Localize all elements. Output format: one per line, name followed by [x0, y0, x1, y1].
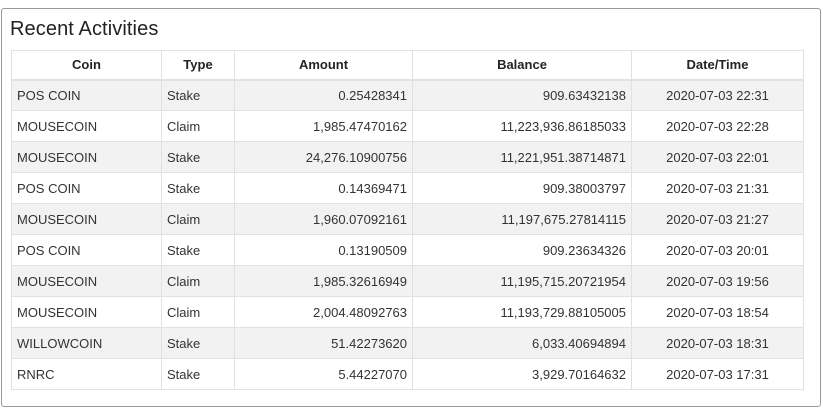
- recent-activities-panel: Recent Activities Coin Type Amount Balan…: [1, 8, 821, 407]
- cell-datetime: 2020-07-03 21:31: [631, 172, 804, 204]
- table-row: POS COIN Stake 0.25428341 909.63432138 2020-…: [11, 79, 804, 111]
- column-header-coin: Coin: [11, 50, 162, 81]
- table-row: MOUSECOIN Claim 1,960.07092161 11,197,675.2…: [11, 203, 804, 235]
- cell-coin: WILLOWCOIN: [11, 327, 162, 359]
- cell-type: Claim: [161, 203, 235, 235]
- cell-amount: 5.44227070: [234, 358, 413, 390]
- cell-type: Stake: [161, 141, 235, 173]
- cell-amount: 0.25428341: [234, 79, 413, 111]
- table-row: MOUSECOIN Claim 2,004.48092763 11,193,729.8…: [11, 296, 804, 328]
- cell-balance: 11,193,729.88105005: [412, 296, 632, 328]
- cell-amount: 2,004.48092763: [234, 296, 413, 328]
- cell-balance: 3,929.70164632: [412, 358, 632, 390]
- cell-balance: 11,223,936.86185033: [412, 110, 632, 142]
- cell-datetime: 2020-07-03 21:27: [631, 203, 804, 235]
- cell-datetime: 2020-07-03 20:01: [631, 234, 804, 266]
- table-row: MOUSECOIN Claim 1,985.32616949 11,195,715.2…: [11, 265, 804, 297]
- cell-coin: MOUSECOIN: [11, 110, 162, 142]
- cell-coin: MOUSECOIN: [11, 203, 162, 235]
- cell-amount: 1,985.32616949: [234, 265, 413, 297]
- cell-amount: 24,276.10900756: [234, 141, 413, 173]
- cell-amount: 51.42273620: [234, 327, 413, 359]
- cell-datetime: 2020-07-03 18:31: [631, 327, 804, 359]
- column-header-balance: Balance: [412, 50, 632, 81]
- cell-datetime: 2020-07-03 19:56: [631, 265, 804, 297]
- cell-type: Stake: [161, 79, 235, 111]
- cell-coin: MOUSECOIN: [11, 141, 162, 173]
- cell-coin: POS COIN: [11, 79, 162, 111]
- cell-coin: POS COIN: [11, 234, 162, 266]
- table-row: MOUSECOIN Stake 24,276.10900756 11,221,951.…: [11, 141, 804, 173]
- cell-type: Stake: [161, 172, 235, 204]
- table-row: WILLOWCOIN Stake 51.42273620 6,033.40694894…: [11, 327, 804, 359]
- cell-amount: 0.14369471: [234, 172, 413, 204]
- cell-balance: 909.63432138: [412, 79, 632, 111]
- cell-amount: 0.13190509: [234, 234, 413, 266]
- cell-balance: 909.38003797: [412, 172, 632, 204]
- cell-balance: 11,221,951.38714871: [412, 141, 632, 173]
- panel-title: Recent Activities: [10, 18, 159, 40]
- cell-coin: MOUSECOIN: [11, 296, 162, 328]
- cell-balance: 909.23634326: [412, 234, 632, 266]
- cell-balance: 6,033.40694894: [412, 327, 632, 359]
- column-header-amount: Amount: [234, 50, 413, 81]
- cell-type: Stake: [161, 234, 235, 266]
- cell-type: Claim: [161, 296, 235, 328]
- table-row: POS COIN Stake 0.14369471 909.38003797 2020-…: [11, 172, 804, 204]
- cell-amount: 1,960.07092161: [234, 203, 413, 235]
- cell-type: Stake: [161, 358, 235, 390]
- table-row: POS COIN Stake 0.13190509 909.23634326 2020-…: [11, 234, 804, 266]
- activities-table: Coin Type Amount Balance Date/Time POS C…: [11, 50, 804, 390]
- cell-balance: 11,197,675.27814115: [412, 203, 632, 235]
- cell-type: Claim: [161, 110, 235, 142]
- column-header-datetime: Date/Time: [631, 50, 804, 81]
- cell-amount: 1,985.47470162: [234, 110, 413, 142]
- table-header-row: Coin Type Amount Balance Date/Time: [11, 50, 804, 81]
- cell-coin: POS COIN: [11, 172, 162, 204]
- cell-type: Stake: [161, 327, 235, 359]
- cell-coin: MOUSECOIN: [11, 265, 162, 297]
- cell-datetime: 2020-07-03 17:31: [631, 358, 804, 390]
- cell-balance: 11,195,715.20721954: [412, 265, 632, 297]
- table-row: MOUSECOIN Claim 1,985.47470162 11,223,936.8…: [11, 110, 804, 142]
- column-header-type: Type: [161, 50, 235, 81]
- cell-coin: RNRC: [11, 358, 162, 390]
- cell-type: Claim: [161, 265, 235, 297]
- cell-datetime: 2020-07-03 22:28: [631, 110, 804, 142]
- cell-datetime: 2020-07-03 22:01: [631, 141, 804, 173]
- cell-datetime: 2020-07-03 22:31: [631, 79, 804, 111]
- table-row: RNRC Stake 5.44227070 3,929.70164632 2020-07…: [11, 358, 804, 390]
- cell-datetime: 2020-07-03 18:54: [631, 296, 804, 328]
